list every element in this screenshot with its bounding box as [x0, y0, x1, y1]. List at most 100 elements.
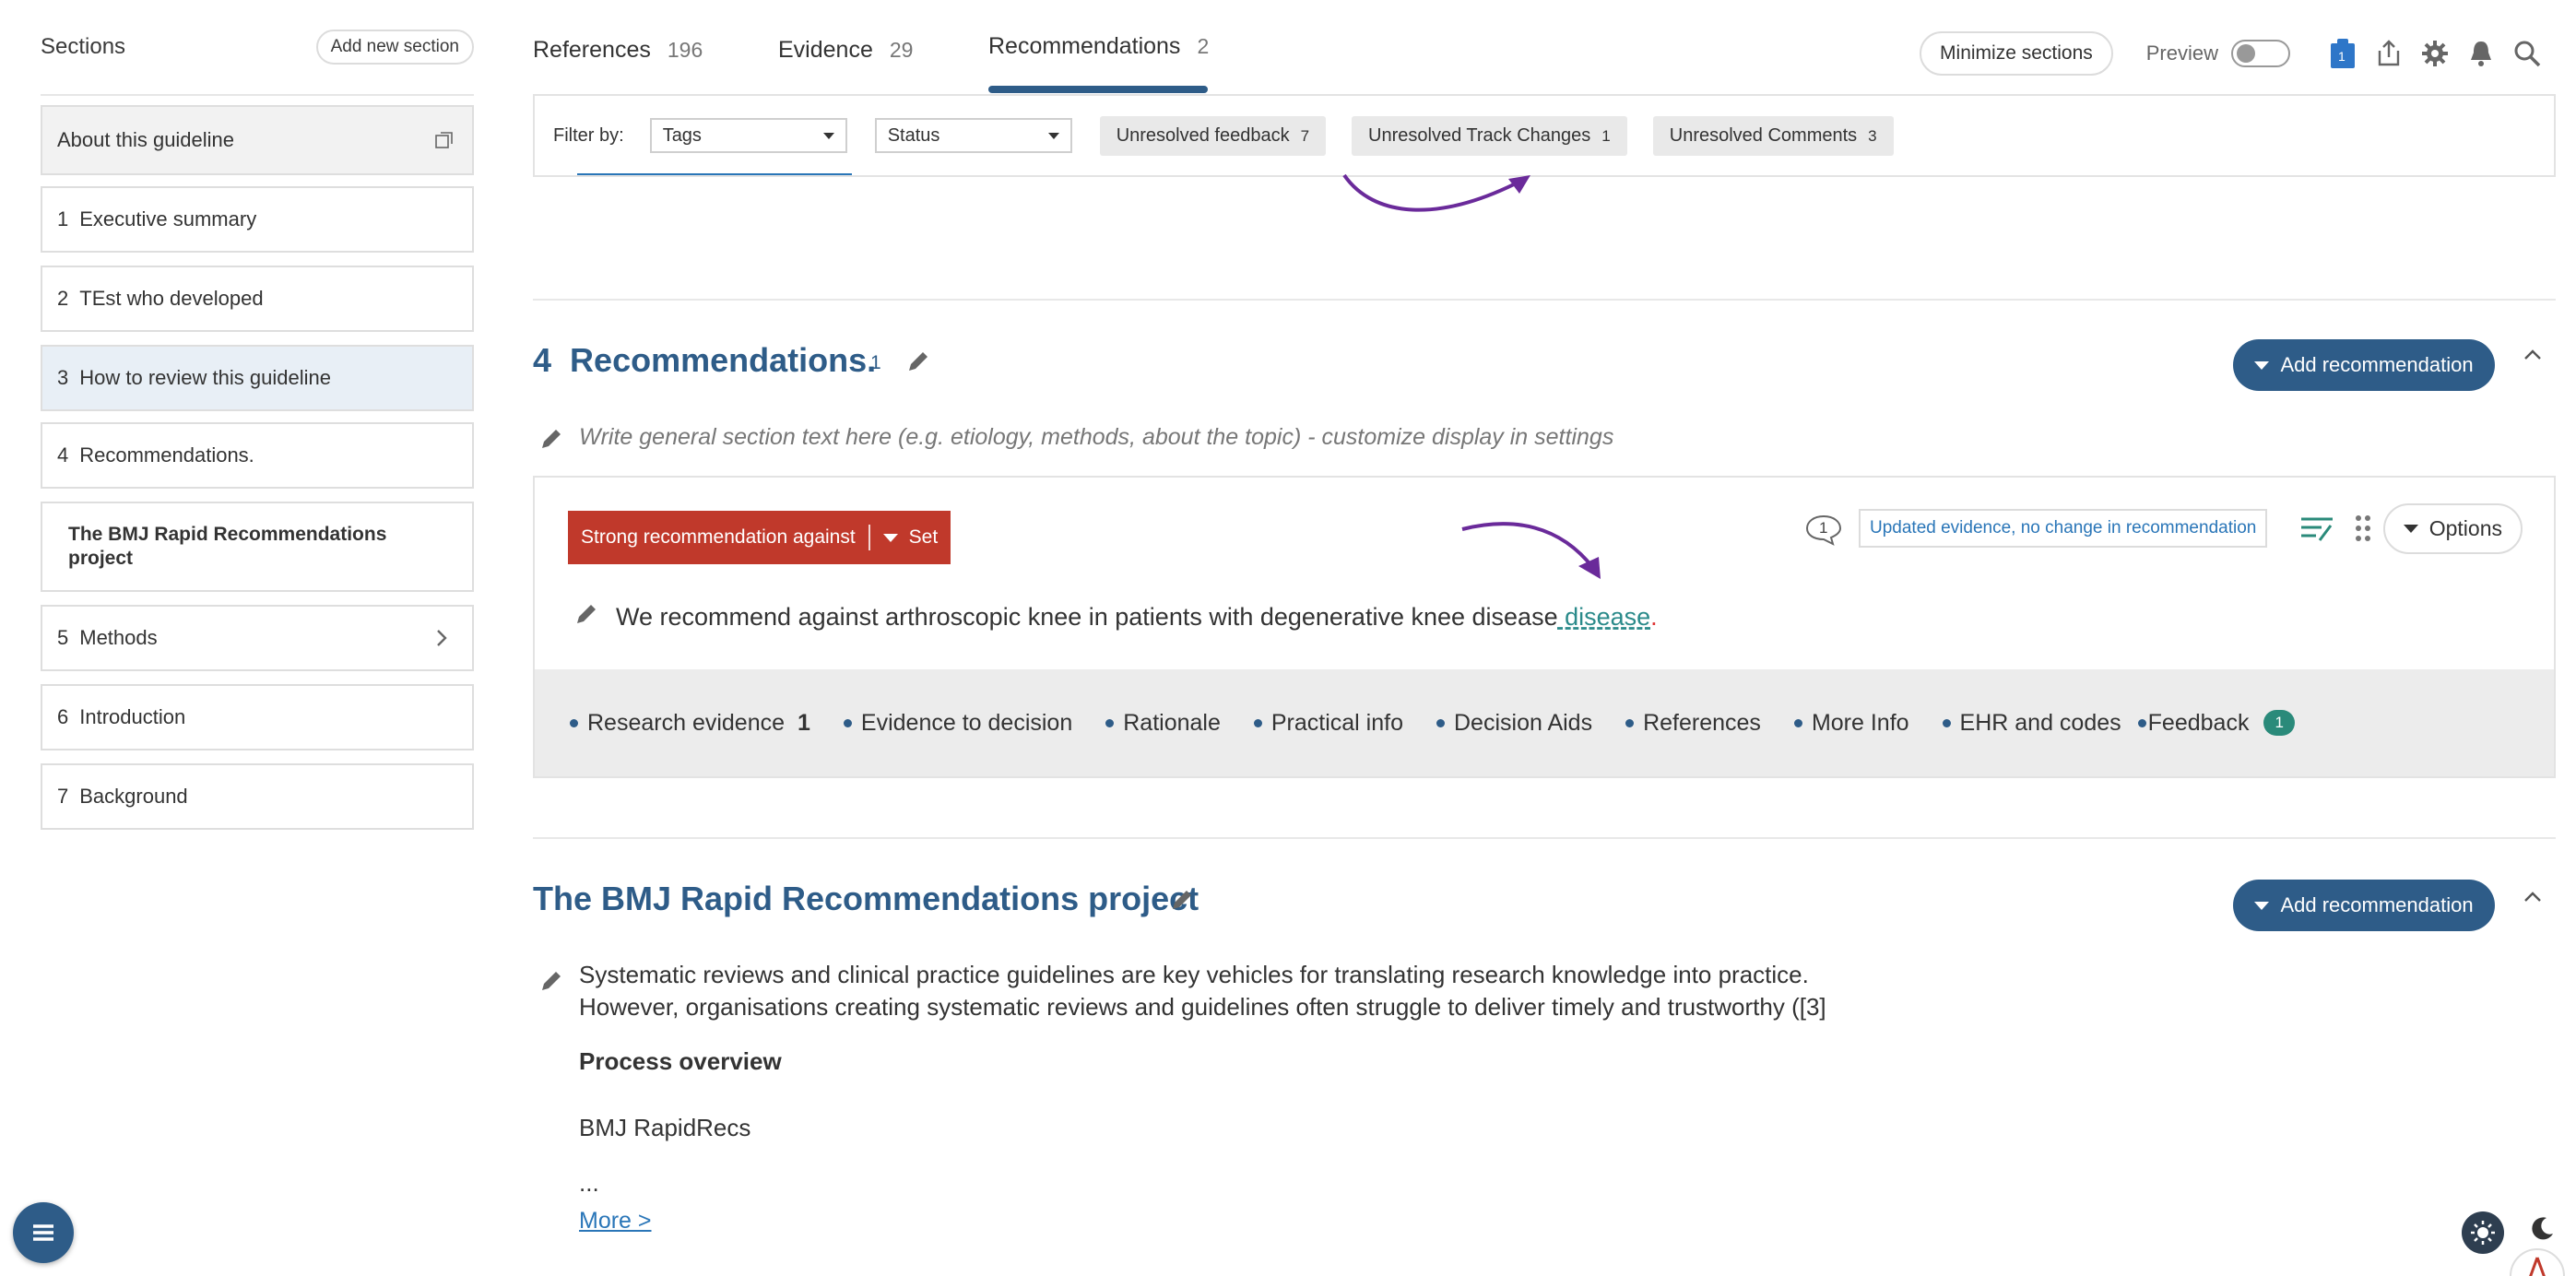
unresolved-feedback-chip[interactable]: Unresolved feedback 7 — [1099, 115, 1327, 156]
pencil-icon[interactable] — [905, 349, 931, 374]
tab-ehr-and-codes[interactable]: EHR and codes — [1942, 710, 2121, 737]
caret-down-icon — [2254, 901, 2270, 910]
recommendation-card: Strong recommendation against Set We rec… — [533, 476, 2556, 778]
status-select-value: Status — [887, 124, 940, 146]
bullet-icon — [1436, 718, 1445, 727]
annotation-arrow-icon — [1342, 173, 1530, 212]
tags-select[interactable]: Tags — [649, 118, 847, 153]
sidebar-item-executive-summary[interactable]: 1 Executive summary — [41, 186, 474, 253]
tab-practical-info[interactable]: Practical info — [1253, 710, 1403, 737]
drag-handle-icon[interactable] — [2355, 514, 2371, 542]
tab-count: 1 — [798, 709, 810, 736]
chip-label: Unresolved feedback — [1116, 124, 1290, 146]
pencil-icon[interactable] — [538, 426, 564, 452]
feedback-count-badge: 1 — [2263, 710, 2295, 736]
options-label: Options — [2428, 516, 2502, 540]
pencil-icon[interactable] — [573, 601, 599, 627]
tab-evidence[interactable]: Evidence 29 — [778, 37, 913, 64]
copy-icon[interactable] — [435, 131, 454, 149]
tab-rationale[interactable]: Rationale — [1105, 710, 1221, 737]
sidebar-item-number: 2 — [57, 287, 69, 310]
add-recommendation-button[interactable]: Add recommendation — [2233, 339, 2495, 391]
process-overview-heading: Process overview — [579, 1047, 782, 1075]
annotation-arrow-icon — [1461, 522, 1601, 579]
pencil-icon[interactable] — [1169, 887, 1195, 913]
clipboard-notification-icon[interactable]: 1 — [2327, 38, 2358, 69]
light-theme-button[interactable] — [2462, 1211, 2504, 1254]
comment-count-icon[interactable]: 1 — [1805, 514, 1842, 546]
share-icon[interactable] — [2373, 38, 2405, 69]
tab-evidence-to-decision[interactable]: Evidence to decision — [843, 709, 1073, 737]
caret-down-icon — [882, 533, 898, 542]
moon-icon[interactable] — [2528, 1215, 2556, 1243]
tab-label: Research evidence — [587, 709, 786, 736]
recommendation-status-tag[interactable]: Updated evidence, no change in recommend… — [1859, 509, 2268, 548]
add-new-section-button[interactable]: Add new section — [315, 30, 474, 65]
tab-references[interactable]: References 196 — [533, 37, 703, 64]
tab-research-evidence[interactable]: Research evidence 1 — [570, 710, 810, 737]
more-link[interactable]: More > — [579, 1208, 652, 1235]
sidebar-item-methods[interactable]: 5 Methods — [41, 605, 474, 671]
sidebar-item-label: How to review this guideline — [79, 366, 331, 389]
tab-label: Evidence — [778, 37, 873, 63]
sidebar-header: Sections Add new section — [41, 0, 474, 96]
sidebar-item-how-to-review[interactable]: 3 How to review this guideline — [41, 345, 474, 411]
caret-down-icon — [822, 132, 834, 139]
tab-feedback[interactable]: Feedback 1 — [2137, 709, 2295, 737]
tab-more-info[interactable]: More Info — [1793, 710, 1909, 737]
preview-label: Preview — [2145, 41, 2218, 65]
tracked-deletion[interactable]: . — [1650, 603, 1658, 631]
bullet-icon — [1793, 718, 1802, 727]
section-body-line-1: Systematic reviews and clinical practice… — [579, 961, 1809, 988]
tab-label: Feedback — [2147, 709, 2250, 736]
filter-list-icon[interactable] — [2299, 514, 2334, 544]
chevron-up-icon[interactable] — [2523, 891, 2543, 904]
gear-icon[interactable] — [2419, 38, 2451, 69]
status-select[interactable]: Status — [874, 118, 1072, 153]
tab-label: Rationale — [1123, 709, 1221, 736]
sidebar-item-test-who-developed[interactable]: 2 TEst who developed — [41, 266, 474, 332]
sun-icon — [2471, 1221, 2495, 1245]
menu-button[interactable] — [13, 1202, 74, 1263]
sidebar-item-number: 5 — [57, 626, 69, 649]
recommendation-text[interactable]: We recommend against arthroscopic knee i… — [616, 603, 1658, 632]
recommendation-strength-button[interactable]: Strong recommendation against Set — [568, 511, 951, 564]
sidebar-item-label: Methods — [79, 626, 158, 649]
preview-toggle[interactable] — [2231, 40, 2290, 67]
section-text-placeholder[interactable]: Write general section text here (e.g. et… — [579, 424, 1613, 451]
tab-decision-aids[interactable]: Decision Aids — [1436, 710, 1592, 737]
tab-label: Evidence to decision — [860, 709, 1073, 736]
section-title-recommendations: 4 Recommendations. — [533, 341, 876, 380]
unresolved-comments-chip[interactable]: Unresolved Comments 3 — [1652, 115, 1894, 156]
chip-count: 1 — [1601, 126, 1611, 145]
tab-recommendations[interactable]: Recommendations 2 — [988, 33, 1209, 60]
sidebar-item-label: Executive summary — [79, 207, 257, 230]
options-button[interactable]: Options — [2382, 503, 2523, 554]
chip-count: 3 — [1868, 126, 1877, 145]
tracked-insertion[interactable]: disease — [1558, 603, 1650, 631]
search-icon[interactable] — [2511, 38, 2543, 69]
sidebar-item-background[interactable]: 7 Background — [41, 763, 474, 830]
sidebar-item-bmj-project[interactable]: The BMJ Rapid Recommendations project — [41, 502, 474, 592]
caret-down-icon — [1047, 132, 1059, 139]
section-number: 4 — [533, 341, 552, 379]
unresolved-track-changes-chip[interactable]: Unresolved Track Changes 1 — [1352, 115, 1627, 156]
add-recommendation-button[interactable]: Add recommendation — [2233, 880, 2495, 931]
top-toolbar: Minimize sections Preview 1 — [1920, 31, 2543, 76]
pencil-icon[interactable] — [538, 968, 564, 994]
sidebar-item-label: About this guideline — [57, 128, 235, 151]
sidebar-item-label: Background — [79, 785, 188, 808]
chevron-right-icon[interactable] — [435, 628, 448, 648]
tab-count: 196 — [667, 38, 703, 62]
tab-references[interactable]: References — [1625, 710, 1761, 737]
minimize-sections-button[interactable]: Minimize sections — [1920, 31, 2113, 76]
sidebar-item-recommendations[interactable]: 4 Recommendations. — [41, 422, 474, 489]
strength-label: Strong recommendation against — [581, 526, 856, 548]
chevron-up-icon[interactable] — [2523, 349, 2543, 361]
sidebar-item-number: 1 — [57, 207, 69, 230]
divider — [868, 525, 870, 550]
sidebar-item-about[interactable]: About this guideline — [41, 105, 474, 175]
bell-icon[interactable] — [2465, 38, 2497, 69]
chip-count: 7 — [1300, 126, 1310, 145]
sidebar-item-introduction[interactable]: 6 Introduction — [41, 684, 474, 750]
